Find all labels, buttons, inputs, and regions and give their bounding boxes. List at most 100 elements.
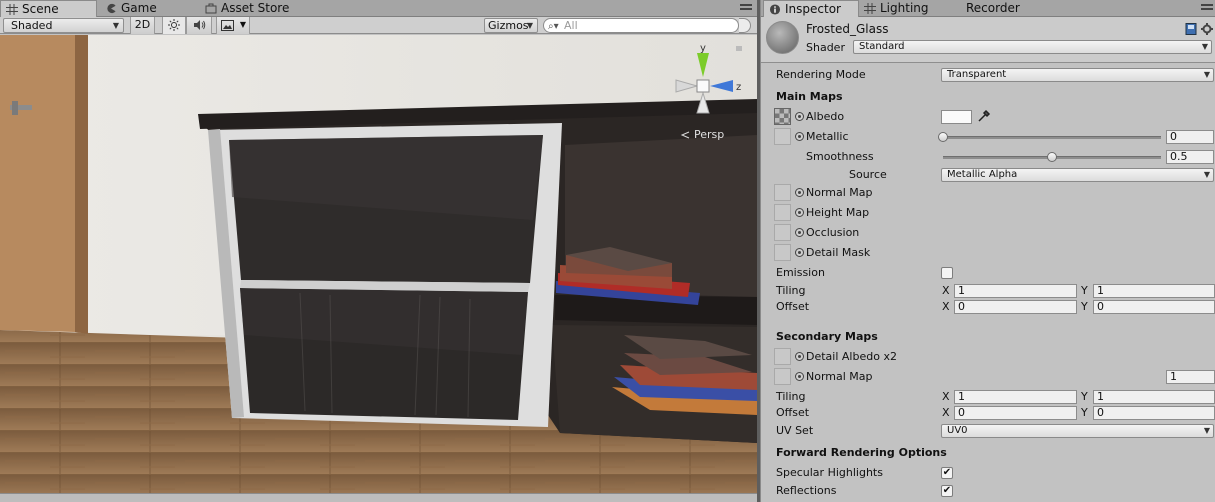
smoothness-slider-thumb[interactable] [1047, 152, 1057, 162]
main-offset-x-field[interactable]: 0 [954, 300, 1077, 314]
specular-highlights-checkbox[interactable]: ✔ [941, 467, 953, 479]
normal-map-picker-icon[interactable] [795, 188, 804, 197]
tab-lighting[interactable]: Lighting [859, 0, 949, 17]
secondary-normal-scale-field[interactable]: 1 [1166, 370, 1215, 384]
tab-scene[interactable]: Scene [0, 0, 97, 18]
secondary-offset-y-field[interactable]: 0 [1093, 406, 1215, 420]
main-offset-y-field[interactable]: 0 [1093, 300, 1215, 314]
tab-recorder[interactable]: Recorder [949, 0, 1039, 17]
normal-map-texture-slot[interactable] [774, 184, 791, 201]
reflections-checkbox[interactable]: ✔ [941, 485, 953, 497]
scene-search-input[interactable]: ⌕▾ All [543, 18, 739, 33]
main-tiling-y-field[interactable]: 1 [1093, 284, 1215, 298]
scene-scrollbar[interactable] [0, 493, 757, 502]
tab-game-label: Game [121, 1, 157, 15]
help-book-icon[interactable] [1185, 23, 1197, 35]
search-clear-button[interactable] [739, 18, 751, 33]
secondary-tiling-x-field[interactable]: 1 [954, 390, 1077, 404]
secondary-tiling-y-label: Y [1081, 390, 1088, 403]
uv-set-dropdown[interactable]: UV0 ▼ [941, 424, 1214, 438]
metallic-slider-thumb[interactable] [938, 132, 948, 142]
gear-icon[interactable] [1201, 23, 1213, 35]
occlusion-texture-slot[interactable] [774, 224, 791, 241]
emission-checkbox[interactable] [941, 267, 953, 279]
main-tiling-y-label: Y [1081, 284, 1088, 297]
metallic-picker-icon[interactable] [795, 132, 804, 141]
material-properties: Rendering Mode Transparent ▼ Main Maps A… [761, 64, 1215, 502]
uv-set-value: UV0 [947, 425, 968, 436]
normal-map-label: Normal Map [806, 186, 873, 199]
tab-inspector-label: Inspector [785, 2, 841, 16]
shader-value: Standard [859, 41, 905, 52]
secondary-tiling-y-field[interactable]: 1 [1093, 390, 1215, 404]
store-icon [205, 3, 217, 14]
chevron-down-icon: ▼ [1203, 426, 1210, 435]
chevron-down-icon: ▼ [1203, 170, 1210, 179]
tab-asset-store-label: Asset Store [221, 1, 290, 15]
secondary-normal-map-picker-icon[interactable] [795, 372, 804, 381]
albedo-texture-slot[interactable] [774, 108, 791, 125]
secondary-offset-x-field[interactable]: 0 [954, 406, 1077, 420]
gizmo-y-label: y [700, 43, 706, 54]
scene-toolbar: Shaded ▼ 2D ▼ Gizmos ▼ ⌕▾ All [0, 17, 757, 34]
projection-label: Persp [694, 128, 724, 141]
chevron-down-icon: ▼ [239, 20, 246, 29]
detail-mask-picker-icon[interactable] [795, 248, 804, 257]
detail-albedo-texture-slot[interactable] [774, 348, 791, 365]
occlusion-picker-icon[interactable] [795, 228, 804, 237]
speaker-icon [193, 20, 205, 30]
chevron-down-icon: ▼ [1201, 42, 1208, 51]
panel-menu-icon[interactable] [740, 3, 752, 14]
rendering-mode-dropdown[interactable]: Transparent ▼ [941, 68, 1214, 82]
material-preview-icon [766, 21, 799, 54]
search-icon: ⌕▾ [548, 21, 559, 32]
secondary-tiling-x-label: X [942, 390, 950, 403]
reflections-label: Reflections [776, 484, 837, 497]
tab-asset-store[interactable]: Asset Store [200, 0, 310, 17]
source-dropdown[interactable]: Metallic Alpha ▼ [941, 168, 1214, 182]
smoothness-value-field[interactable]: 0.5 [1166, 150, 1214, 164]
toggle-2d-button[interactable]: 2D [130, 17, 155, 34]
uv-set-label: UV Set [776, 424, 814, 437]
tab-scene-label: Scene [22, 2, 59, 16]
lighting-toggle-button[interactable] [162, 17, 186, 34]
tab-game[interactable]: Game [100, 0, 200, 17]
secondary-offset-y-label: Y [1081, 406, 1088, 419]
albedo-picker-icon[interactable] [795, 112, 804, 121]
lock-icon[interactable] [736, 46, 742, 51]
main-offset-x-label: X [942, 300, 950, 313]
main-tiling-x-field[interactable]: 1 [954, 284, 1077, 298]
detail-mask-texture-slot[interactable] [774, 244, 791, 261]
height-map-picker-icon[interactable] [795, 208, 804, 217]
secondary-normal-map-texture-slot[interactable] [774, 368, 791, 385]
source-label: Source [849, 168, 887, 181]
gizmos-dropdown[interactable]: Gizmos ▼ [484, 18, 538, 33]
draw-mode-dropdown[interactable]: Shaded ▼ [3, 18, 124, 33]
metallic-slider-track[interactable] [943, 136, 1161, 139]
draw-mode-label: Shaded [11, 19, 53, 32]
height-map-texture-slot[interactable] [774, 204, 791, 221]
effects-dropdown[interactable]: ▼ [216, 17, 250, 34]
info-icon [769, 4, 781, 15]
tab-inspector[interactable]: Inspector [763, 0, 859, 18]
albedo-color-swatch[interactable] [941, 110, 972, 124]
metallic-texture-slot[interactable] [774, 128, 791, 145]
detail-albedo-picker-icon[interactable] [795, 352, 804, 361]
shader-dropdown[interactable]: Standard ▼ [853, 40, 1212, 54]
sun-icon [168, 19, 180, 31]
inspector-menu-icon[interactable] [1201, 3, 1213, 14]
tab-lighting-label: Lighting [880, 1, 929, 15]
toggle-2d-label: 2D [134, 18, 151, 31]
main-maps-header: Main Maps [776, 90, 843, 103]
scene-viewport[interactable]: y z Persp [0, 35, 757, 493]
detail-mask-label: Detail Mask [806, 246, 871, 259]
source-value: Metallic Alpha [947, 169, 1018, 180]
audio-toggle-button[interactable] [186, 17, 212, 34]
emission-label: Emission [776, 266, 825, 279]
secondary-offset-label: Offset [776, 406, 810, 419]
eyedropper-icon[interactable] [977, 109, 991, 123]
albedo-label: Albedo [806, 110, 845, 123]
forward-rendering-header: Forward Rendering Options [776, 446, 947, 459]
metallic-value-field[interactable]: 0 [1166, 130, 1214, 144]
gizmo-z-label: z [736, 82, 741, 93]
